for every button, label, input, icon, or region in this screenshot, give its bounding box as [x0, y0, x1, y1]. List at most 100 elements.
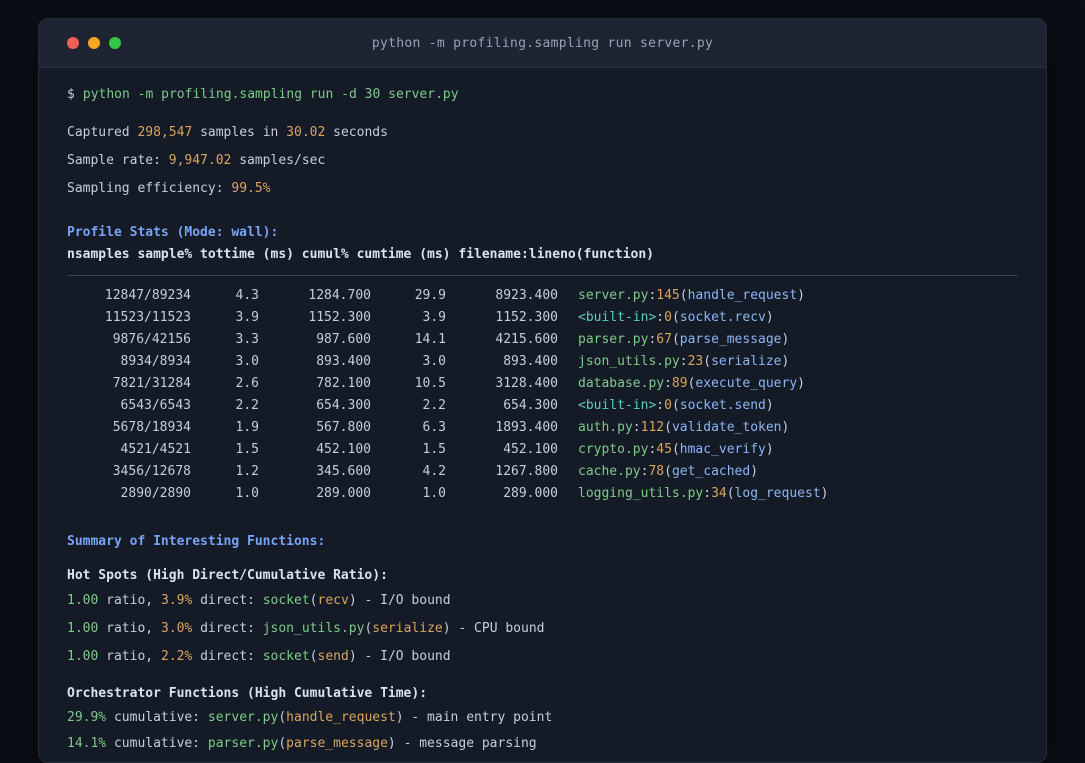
function-cell: json_utils.py:23(serialize): [558, 351, 789, 373]
ratio-value: 1.00: [67, 649, 99, 664]
tottime-cell: 987.600: [316, 332, 371, 347]
close-paren: ): [797, 376, 805, 391]
close-button[interactable]: [67, 37, 79, 49]
close-paren: ): [765, 398, 774, 413]
direct-pct: 2.2%: [160, 649, 193, 664]
filename: logging_utils.py: [578, 486, 704, 501]
ratio-label: ratio,: [98, 649, 161, 664]
hot-spots-heading: Hot Spots (High Direct/Cumulative Ratio)…: [67, 568, 388, 583]
table-divider: [67, 275, 1018, 276]
cumtime-cell: 1267.800: [495, 464, 558, 479]
tottime-cell: 893.400: [316, 354, 371, 369]
tottime-cell: 452.100: [316, 442, 371, 457]
filename: <built-in>: [578, 310, 657, 325]
cumtime-cell: 1152.300: [495, 310, 558, 325]
open-paren: (: [671, 310, 680, 325]
sample-rate-line: Sample rate: 9,947.02 samples/sec: [67, 150, 1018, 172]
lineno: 112: [640, 420, 665, 435]
nsamples-cell: 9876/42156: [112, 332, 191, 347]
cumtime-cell: 3128.400: [495, 376, 558, 391]
function-name: get_cached: [671, 464, 751, 479]
filename: auth.py: [578, 420, 633, 435]
hot-spot-item: 1.00 ratio, 2.2% direct: socket(send) - …: [67, 643, 1018, 671]
cumtime-cell: 1893.400: [495, 420, 558, 435]
lineno: 145: [656, 288, 680, 303]
cumtime-cell: 893.400: [503, 354, 558, 369]
filename: <built-in>: [578, 398, 657, 413]
sample-pct-cell: 2.2: [235, 398, 259, 413]
function-name: socket.recv: [679, 310, 766, 325]
lineno: 34: [711, 486, 727, 501]
sample-pct-cell: 3.9: [235, 310, 259, 325]
cumulative-label: cumulative:: [106, 736, 208, 751]
profile-row: 4521/4521 1.5 452.100 1.5 452.100 crypto.py:4…: [67, 439, 1018, 461]
tottime-cell: 1152.300: [308, 310, 371, 325]
rate-value: 9,947.02: [168, 153, 232, 168]
function-cell: <built-in>:0(socket.send): [558, 395, 774, 417]
open-paren: (: [278, 710, 287, 725]
hot-spot-item: 1.00 ratio, 3.9% direct: socket(recv) - …: [67, 587, 1018, 615]
profile-row: 11523/11523 3.9 1152.300 3.9 1152.300 <built-…: [67, 307, 1018, 329]
function-cell: parser.py:67(parse_message): [558, 329, 789, 351]
profile-row: 9876/42156 3.3 987.600 14.1 4215.600 parser.p…: [67, 329, 1018, 351]
sample-pct-cell: 4.3: [235, 288, 259, 303]
open-paren: (: [671, 442, 680, 457]
function-cell: server.py:145(handle_request): [558, 285, 805, 307]
close-paren: ): [820, 486, 829, 501]
filename: parser.py: [207, 736, 279, 751]
nsamples-cell: 7821/31284: [112, 376, 191, 391]
cumul-pct-cell: 4.2: [422, 464, 446, 479]
sample-pct-cell: 3.0: [235, 354, 259, 369]
profile-row: 2890/2890 1.0 289.000 1.0 289.000 logging_uti…: [67, 483, 1018, 505]
sample-pct-cell: 1.0: [235, 486, 259, 501]
close-paren: ): [348, 593, 357, 608]
cumtime-cell: 4215.600: [495, 332, 558, 347]
cumulative-pct: 29.9%: [67, 710, 107, 725]
ratio-value: 1.00: [67, 593, 99, 608]
zoom-button[interactable]: [109, 37, 121, 49]
cumtime-cell: 8923.400: [495, 288, 558, 303]
bound-note: - I/O bound: [356, 593, 451, 608]
filename: crypto.py: [578, 442, 649, 457]
function-cell: <built-in>:0(socket.recv): [558, 307, 774, 329]
close-paren: ): [387, 736, 396, 751]
sample-pct-cell: 3.3: [235, 332, 259, 347]
direct-label: direct:: [192, 621, 263, 636]
inner-name: serialize: [372, 621, 443, 636]
nsamples-cell: 2890/2890: [120, 486, 191, 501]
open-paren: (: [671, 398, 680, 413]
cumul-pct-cell: 2.2: [422, 398, 446, 413]
function-name: execute_query: [695, 376, 798, 391]
minimize-button[interactable]: [88, 37, 100, 49]
profile-stats-heading: Profile Stats (Mode: wall):: [67, 225, 279, 240]
cumul-pct-cell: 3.9: [422, 310, 446, 325]
lineno: 67: [656, 332, 672, 347]
function-name: parse_message: [679, 332, 782, 347]
captured-tail: seconds: [325, 125, 388, 140]
nsamples-cell: 11523/11523: [104, 310, 191, 325]
function-name: handle_request: [286, 710, 396, 725]
captured-seconds: 30.02: [286, 125, 326, 140]
captured-mid: samples in: [192, 125, 287, 140]
profile-row: 12847/89234 4.3 1284.700 29.9 8923.400 server…: [67, 285, 1018, 307]
close-paren: ): [781, 420, 790, 435]
lineno: 89: [671, 376, 688, 391]
open-paren: (: [664, 420, 672, 435]
function-name: log_request: [734, 486, 821, 501]
lineno: 23: [687, 354, 704, 369]
close-paren: ): [781, 332, 790, 347]
cumul-pct-cell: 10.5: [414, 376, 446, 391]
cumtime-cell: 452.100: [503, 442, 558, 457]
filename: cache.py: [578, 464, 641, 479]
close-paren: ): [750, 464, 759, 479]
tottime-cell: 654.300: [316, 398, 371, 413]
shell-prompt: $: [67, 87, 75, 102]
sample-pct-cell: 1.2: [235, 464, 259, 479]
efficiency-value: 99.5%: [231, 181, 271, 196]
captured-samples: 298,547: [137, 125, 193, 140]
open-paren: (: [309, 593, 318, 608]
filename: server.py: [578, 288, 649, 303]
open-paren: (: [703, 354, 712, 369]
target-name: socket: [262, 649, 310, 664]
terminal-body[interactable]: $ python -m profiling.sampling run -d 30 …: [39, 68, 1046, 757]
